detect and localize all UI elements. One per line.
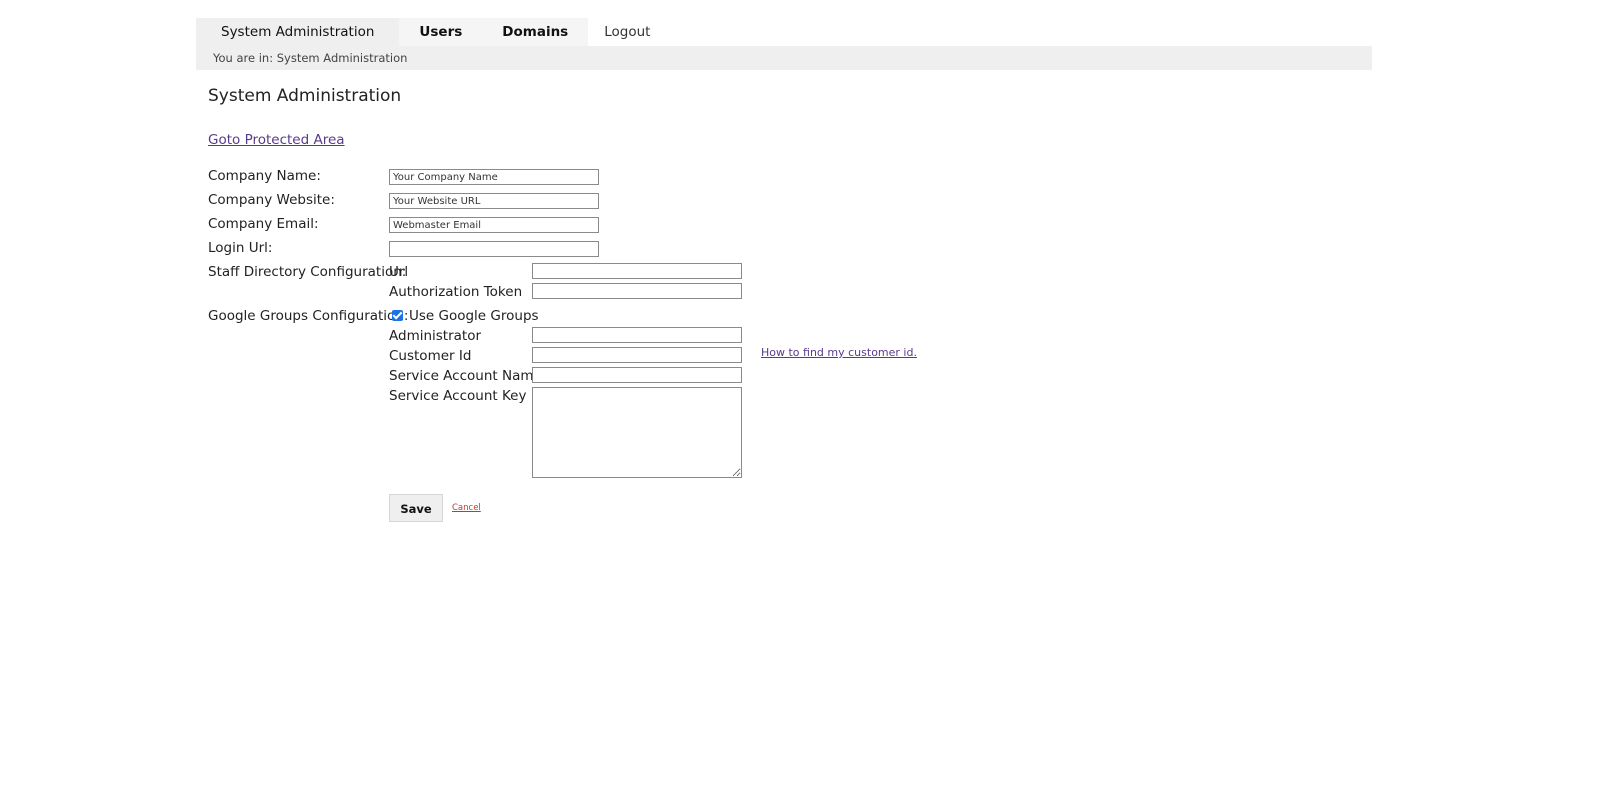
- login-url-label: Login Url:: [208, 240, 273, 256]
- staff-directory-label: Staff Directory Configuration:: [208, 264, 407, 280]
- use-google-groups-label: Use Google Groups: [409, 308, 539, 324]
- google-groups-label: Google Groups Configuration:: [208, 308, 409, 324]
- service-account-name-input[interactable]: [532, 367, 742, 383]
- company-email-input[interactable]: [389, 217, 599, 233]
- breadcrumb: You are in: System Administration: [196, 46, 1372, 70]
- administrator-input[interactable]: [532, 327, 742, 343]
- administrator-label: Administrator: [389, 328, 482, 344]
- tab-system-administration[interactable]: System Administration: [196, 18, 400, 46]
- customer-id-input[interactable]: [532, 347, 742, 363]
- company-website-label: Company Website:: [208, 192, 335, 208]
- cancel-link[interactable]: Cancel: [452, 503, 481, 513]
- company-email-label: Company Email:: [208, 216, 319, 232]
- save-button[interactable]: Save: [389, 494, 443, 522]
- service-account-name-label: Service Account Name: [389, 368, 542, 384]
- authorization-token-input[interactable]: [532, 283, 742, 299]
- company-website-input[interactable]: [389, 193, 599, 209]
- tab-logout[interactable]: Logout: [588, 18, 666, 46]
- tab-users[interactable]: Users: [399, 18, 483, 46]
- service-account-key-label: Service Account Key: [389, 388, 527, 404]
- tab-domains[interactable]: Domains: [482, 18, 589, 46]
- login-url-input[interactable]: [389, 241, 599, 257]
- customer-id-label: Customer Id: [389, 348, 472, 364]
- company-name-input[interactable]: [389, 169, 599, 185]
- company-name-label: Company Name:: [208, 168, 321, 184]
- goto-protected-area-link[interactable]: Goto Protected Area: [208, 132, 345, 148]
- page-title: System Administration: [208, 86, 402, 106]
- top-nav: System Administration Users Domains Logo…: [196, 18, 1372, 46]
- staff-directory-url-input[interactable]: [532, 263, 742, 279]
- staff-directory-url-label: Url: [389, 264, 409, 280]
- service-account-key-textarea[interactable]: [532, 387, 742, 478]
- page-container: System Administration Users Domains Logo…: [196, 18, 1372, 522]
- authorization-token-label: Authorization Token: [389, 284, 523, 300]
- customer-id-help-link[interactable]: How to find my customer id.: [761, 346, 917, 359]
- use-google-groups-checkbox[interactable]: [392, 310, 403, 321]
